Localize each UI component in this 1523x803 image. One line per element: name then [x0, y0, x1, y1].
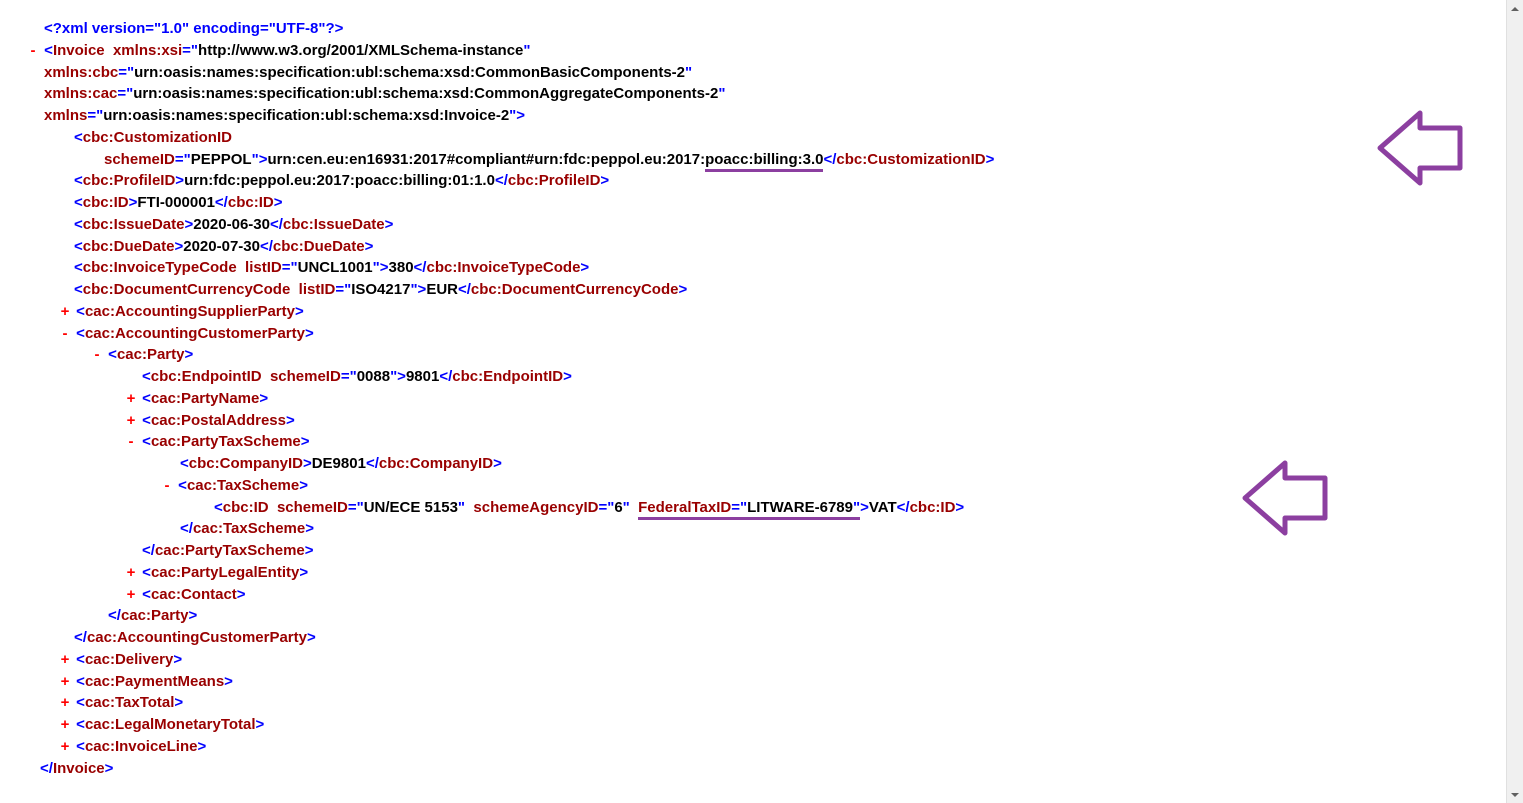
customizationid-content: schemeID="PEPPOL">urn:cen.eu:en16931:201…: [26, 149, 1496, 171]
toggle-partylegalentity[interactable]: +: [124, 562, 138, 584]
doccurrency: <cbc:DocumentCurrencyCode listID="ISO421…: [26, 279, 1496, 301]
delivery: + <cac:Delivery>: [26, 649, 1496, 671]
vertical-scrollbar[interactable]: [1506, 0, 1523, 803]
tax-id: <cbc:ID schemeID="UN/ECE 5153" schemeAge…: [26, 497, 1496, 519]
invoicetypecode: <cbc:InvoiceTypeCode listID="UNCL1001">3…: [26, 257, 1496, 279]
duedate: <cbc:DueDate>2020-07-30</cbc:DueDate>: [26, 236, 1496, 258]
partytaxscheme-close: </cac:PartyTaxScheme>: [26, 540, 1496, 562]
taxscheme-open: - <cac:TaxScheme>: [26, 475, 1496, 497]
taxtotal: + <cac:TaxTotal>: [26, 692, 1496, 714]
companyid: <cbc:CompanyID>DE9801</cbc:CompanyID>: [26, 453, 1496, 475]
partytaxscheme-open: - <cac:PartyTaxScheme>: [26, 431, 1496, 453]
xml-tree-pane: <?xml version="1.0" encoding="UTF-8"?> -…: [0, 0, 1506, 803]
partylegalentity: + <cac:PartyLegalEntity>: [26, 562, 1496, 584]
id: <cbc:ID>FTI-000001</cbc:ID>: [26, 192, 1496, 214]
accountingcustomerparty-close: </cac:AccountingCustomerParty>: [26, 627, 1496, 649]
taxscheme-close: </cac:TaxScheme>: [26, 518, 1496, 540]
toggle-party[interactable]: -: [90, 344, 104, 366]
toggle-paymentmeans[interactable]: +: [58, 671, 72, 693]
paymentmeans: + <cac:PaymentMeans>: [26, 671, 1496, 693]
root-ns-default: xmlns="urn:oasis:names:specification:ubl…: [26, 105, 1496, 127]
invoiceline: + <cac:InvoiceLine>: [26, 736, 1496, 758]
toggle-legalmonetarytotal[interactable]: +: [58, 714, 72, 736]
toggle-invoiceline[interactable]: +: [58, 736, 72, 758]
toggle-taxtotal[interactable]: +: [58, 692, 72, 714]
chevron-up-icon: [1511, 7, 1519, 11]
root-ns-cbc: xmlns:cbc="urn:oasis:names:specification…: [26, 62, 1496, 84]
party-open: - <cac:Party>: [26, 344, 1496, 366]
chevron-down-icon: [1511, 793, 1519, 797]
endpointid: <cbc:EndpointID schemeID="0088">9801</cb…: [26, 366, 1496, 388]
scroll-down-button[interactable]: [1507, 786, 1523, 803]
toggle-taxscheme[interactable]: -: [160, 475, 174, 497]
legalmonetarytotal: + <cac:LegalMonetaryTotal>: [26, 714, 1496, 736]
issuedate: <cbc:IssueDate>2020-06-30</cbc:IssueDate…: [26, 214, 1496, 236]
party-close: </cac:Party>: [26, 605, 1496, 627]
toggle-delivery[interactable]: +: [58, 649, 72, 671]
toggle-partytaxscheme[interactable]: -: [124, 431, 138, 453]
partyname: + <cac:PartyName>: [26, 388, 1496, 410]
toggle-partyname[interactable]: +: [124, 388, 138, 410]
toggle-postaladdress[interactable]: +: [124, 410, 138, 432]
root-close: </Invoice>: [26, 758, 1496, 780]
xml-declaration: <?xml version="1.0" encoding="UTF-8"?>: [26, 18, 1496, 40]
accountingcustomerparty-open: - <cac:AccountingCustomerParty>: [26, 323, 1496, 345]
federaltaxid-attrname-highlight: FederalTaxID: [638, 499, 731, 520]
toggle-contact[interactable]: +: [124, 584, 138, 606]
toggle-supplier[interactable]: +: [58, 301, 72, 323]
toggle-root[interactable]: -: [26, 40, 40, 62]
toggle-customer[interactable]: -: [58, 323, 72, 345]
root-ns-cac: xmlns:cac="urn:oasis:names:specification…: [26, 83, 1496, 105]
viewport: <?xml version="1.0" encoding="UTF-8"?> -…: [0, 0, 1523, 803]
root-open: - <Invoice xmlns:xsi="http://www.w3.org/…: [26, 40, 1496, 62]
scroll-up-button[interactable]: [1507, 0, 1523, 17]
customizationid-highlight: poacc:billing:3.0: [705, 151, 823, 172]
accountingsupplierparty: + <cac:AccountingSupplierParty>: [26, 301, 1496, 323]
postaladdress: + <cac:PostalAddress>: [26, 410, 1496, 432]
profileid: <cbc:ProfileID>urn:fdc:peppol.eu:2017:po…: [26, 170, 1496, 192]
customizationid-open: <cbc:CustomizationID: [26, 127, 1496, 149]
contact: + <cac:Contact>: [26, 584, 1496, 606]
federaltaxid-value-highlight: LITWARE-6789: [747, 499, 853, 520]
